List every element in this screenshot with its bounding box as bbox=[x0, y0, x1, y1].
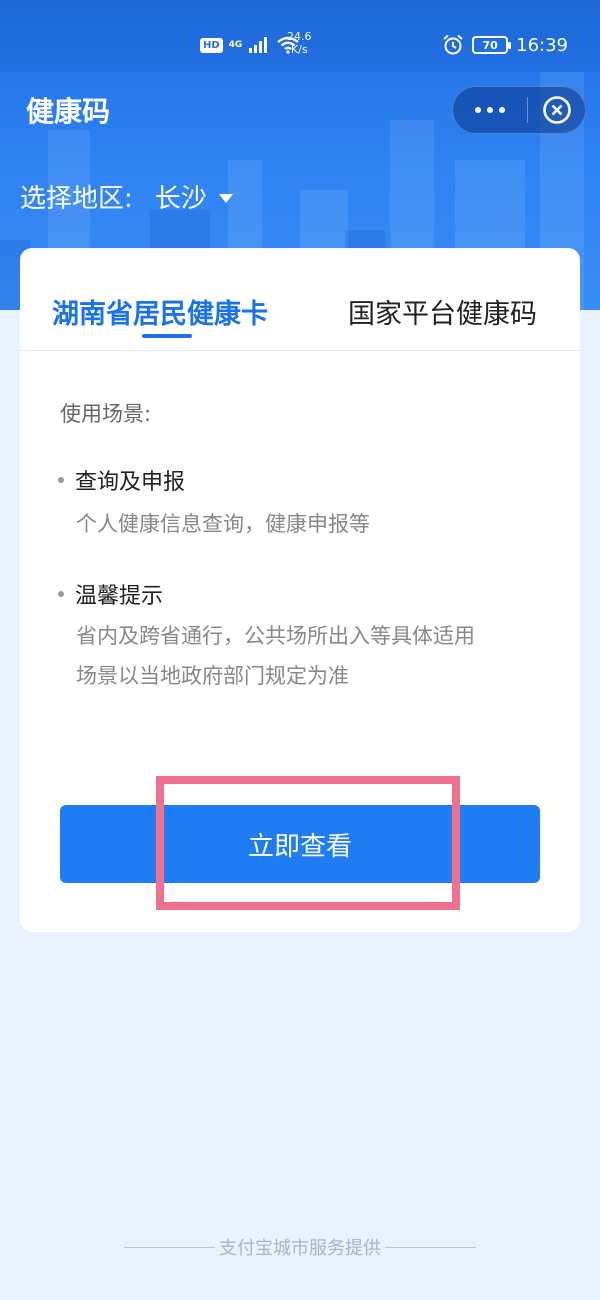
bullet-icon bbox=[58, 591, 64, 597]
footer-provider: 支付宝城市服务提供 bbox=[124, 1234, 476, 1260]
signal-icon bbox=[249, 37, 268, 53]
bullet-icon bbox=[58, 477, 64, 483]
page-title: 健康码 bbox=[26, 95, 111, 128]
health-card-panel: 湖南省居民健康卡 国家平台健康码 使用场景: 查询及申报 个人健康信息查询，健康… bbox=[20, 248, 580, 932]
clock: 16:39 bbox=[516, 34, 568, 56]
more-icon-dot bbox=[487, 107, 493, 113]
footer-divider-right bbox=[385, 1246, 476, 1248]
status-bar: HD 4G 24.6 K/s 70 16:39 bbox=[0, 0, 600, 72]
hd-badge: HD bbox=[200, 37, 223, 53]
footer-divider-left bbox=[124, 1246, 215, 1248]
battery-level: 70 bbox=[482, 38, 498, 52]
status-right: 70 16:39 bbox=[442, 33, 568, 57]
network-type: 4G bbox=[228, 40, 243, 50]
region-label: 选择地区: bbox=[20, 184, 133, 214]
list-item-description: 省内及跨省通行，公共场所出入等具体适用 场景以当地政府部门规定为准 bbox=[76, 624, 475, 688]
active-tab-indicator bbox=[142, 334, 192, 338]
list-item-title: 查询及申报 bbox=[58, 464, 185, 496]
usage-scene-label: 使用场景: bbox=[60, 402, 152, 426]
region-value: 长沙 bbox=[154, 184, 207, 214]
tab-national-health-code[interactable]: 国家平台健康码 bbox=[348, 292, 537, 331]
close-button[interactable] bbox=[528, 87, 585, 133]
network-speed: 24.6 K/s bbox=[287, 30, 312, 56]
tab-bar: 湖南省居民健康卡 国家平台健康码 bbox=[20, 248, 580, 351]
close-icon bbox=[542, 96, 571, 124]
more-icon-dot bbox=[475, 107, 481, 113]
network-indicator: HD 4G bbox=[200, 36, 300, 54]
view-now-button[interactable]: 立即查看 bbox=[60, 805, 540, 883]
dropdown-caret-icon bbox=[218, 193, 233, 203]
list-item-description: 个人健康信息查询，健康申报等 bbox=[76, 512, 370, 536]
more-button[interactable] bbox=[453, 87, 527, 133]
footer-text: 支付宝城市服务提供 bbox=[219, 1238, 381, 1259]
battery-icon: 70 bbox=[472, 36, 512, 54]
list-item-title: 温馨提示 bbox=[58, 578, 163, 610]
tab-hunan-health-card[interactable]: 湖南省居民健康卡 bbox=[52, 292, 268, 331]
mini-program-capsule bbox=[452, 86, 586, 134]
alarm-icon bbox=[443, 34, 463, 55]
region-selector[interactable]: 选择地区: 长沙 bbox=[20, 178, 233, 215]
more-icon-dot bbox=[499, 107, 505, 113]
